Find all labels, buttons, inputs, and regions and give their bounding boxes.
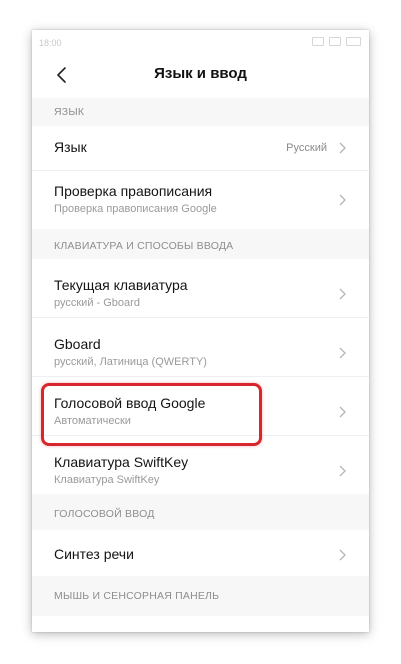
chevron-right-icon xyxy=(339,406,346,418)
battery-icon xyxy=(346,37,361,46)
row-text: Текущая клавиатура русский - Gboard xyxy=(54,277,188,309)
chevron-right-icon xyxy=(339,194,346,206)
row-text: Gboard русский, Латиница (QWERTY) xyxy=(54,336,207,368)
row-value: Русский xyxy=(286,142,327,154)
row-title: Текущая клавиатура xyxy=(54,277,188,293)
row-tts[interactable]: Синтез речи xyxy=(32,530,369,576)
status-bar: 18:00 xyxy=(32,30,369,56)
status-icons xyxy=(312,37,361,46)
row-title: Клавиатура SwiftKey xyxy=(54,454,189,470)
row-text: Клавиатура SwiftKey Клавиатура SwiftKey xyxy=(54,454,188,486)
row-text: Проверка правописания Проверка правописа… xyxy=(54,183,217,215)
sim-icon xyxy=(312,37,324,46)
app-header: Язык и ввод xyxy=(32,56,369,98)
chevron-right-icon xyxy=(339,465,346,477)
section-header-keyboards: КЛАВИАТУРА И СПОСОБЫ ВВОДА xyxy=(32,229,369,259)
chevron-right-icon xyxy=(339,288,346,300)
row-language[interactable]: Язык Русский xyxy=(32,126,369,171)
chevron-right-icon xyxy=(339,347,346,359)
wifi-icon xyxy=(329,37,341,46)
row-current-keyboard[interactable]: Текущая клавиатура русский - Gboard xyxy=(32,259,369,318)
row-gboard[interactable]: Gboard русский, Латиница (QWERTY) xyxy=(32,318,369,377)
row-subtitle: Клавиатура SwiftKey xyxy=(54,474,160,486)
row-title: Синтез речи xyxy=(54,546,134,562)
chevron-right-icon xyxy=(339,142,346,154)
row-subtitle: русский - Gboard xyxy=(54,297,140,309)
highlight-frame xyxy=(41,383,262,446)
chevron-right-icon xyxy=(339,549,346,561)
page-title: Язык и ввод xyxy=(154,65,247,82)
row-title: Язык xyxy=(54,139,87,155)
status-time: 18:00 xyxy=(39,38,62,48)
row-spell-check[interactable]: Проверка правописания Проверка правописа… xyxy=(32,171,369,229)
section-header-language: ЯЗЫК xyxy=(32,98,369,126)
phone-screen: 18:00 Язык и ввод ЯЗЫК Язык Русский Пров… xyxy=(32,30,369,632)
section-header-voice-input: ГОЛОСОВОЙ ВВОД xyxy=(32,494,369,530)
row-subtitle: русский, Латиница (QWERTY) xyxy=(54,356,207,368)
row-title: Проверка правописания xyxy=(54,183,213,199)
section-header-mouse: МЫШЬ И СЕНСОРНАЯ ПАНЕЛЬ xyxy=(32,576,369,616)
row-subtitle: Проверка правописания Google xyxy=(54,203,217,215)
row-title: Gboard xyxy=(54,336,101,352)
